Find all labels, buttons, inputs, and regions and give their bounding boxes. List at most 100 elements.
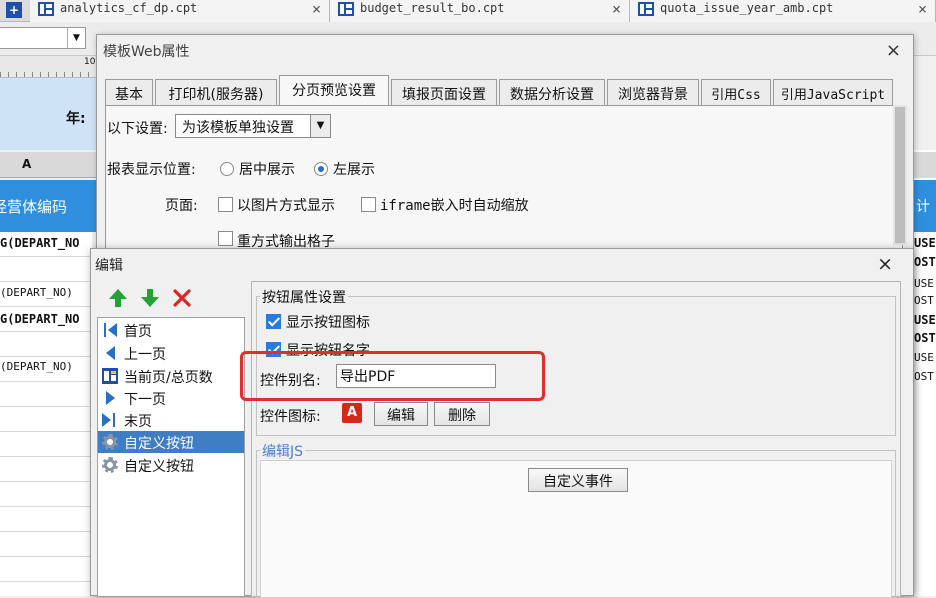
close-tab-icon[interactable]: × xyxy=(612,0,621,18)
next-page-icon xyxy=(102,390,118,406)
close-icon[interactable]: × xyxy=(877,253,893,275)
sheet-cell[interactable]: USE xyxy=(914,313,936,327)
previous-page-icon xyxy=(102,345,118,361)
button-label: 编辑 xyxy=(387,408,415,424)
close-tab-icon[interactable]: × xyxy=(312,0,321,18)
file-tab-label: quota_issue_year_amb.cpt xyxy=(660,1,834,15)
last-page-icon xyxy=(102,412,118,428)
iframe-autoscale-label: iframe嵌入时自动缩放 xyxy=(380,198,529,214)
sheet-cell[interactable]: OST xyxy=(914,294,936,307)
sheet-cell[interactable]: (DEPART_NO) xyxy=(0,360,73,373)
font-size-combo[interactable]: ▼ xyxy=(0,27,86,49)
move-down-icon[interactable] xyxy=(139,287,161,309)
radio-center[interactable] xyxy=(220,162,234,176)
page-count-icon xyxy=(102,368,118,384)
properties-pane: 按钮属性设置 显示按钮图标 显示按钮名字 控件别名: 导出PDF 控件图标: A… xyxy=(251,281,901,598)
iframe-autoscale-checkbox[interactable] xyxy=(361,197,376,212)
report-file-icon xyxy=(38,2,54,16)
sheet-cell[interactable]: G(DEPART_NO xyxy=(0,312,79,326)
list-item-next-page[interactable]: 下一页 xyxy=(98,387,244,409)
tab-printer[interactable]: 打印机(服务器) xyxy=(155,79,277,105)
header-cell-text: 经营体编码 xyxy=(0,198,68,216)
column-header-label: A xyxy=(22,157,32,171)
list-item-label: 自定义按钮 xyxy=(124,459,194,475)
select-value: 为该模板单独设置 xyxy=(182,120,294,136)
list-item-page-count[interactable]: 当前页/总页数 xyxy=(98,365,244,387)
file-tab-budget[interactable]: budget_result_bo.cpt × xyxy=(330,0,630,22)
list-item-last-page[interactable]: 末页 xyxy=(98,409,244,431)
sheet-cell[interactable]: OST xyxy=(914,331,936,345)
year-label: 年: xyxy=(66,111,86,127)
button-list[interactable]: 首页 上一页 当前页/总页数 下一页 末页 自定义按钮 自定义按钮 xyxy=(97,317,245,597)
first-page-icon xyxy=(102,322,118,338)
edit-dialog: 编辑 × 首页 上一页 当前页/总页数 下一页 末页 自定义按钮 自定义按钮 按… xyxy=(90,248,914,598)
close-icon[interactable]: × xyxy=(886,40,901,61)
report-file-icon xyxy=(638,2,654,16)
ruler: 10 xyxy=(0,56,100,78)
header-cell-right[interactable]: 计 xyxy=(914,180,936,232)
output-grid-checkbox[interactable] xyxy=(218,231,233,246)
highlight-annotation xyxy=(240,351,545,401)
button-label: 删除 xyxy=(448,408,476,424)
sheet-cell[interactable]: USE xyxy=(914,277,936,290)
settings-label: 以下设置: xyxy=(107,121,168,137)
position-label: 报表显示位置: xyxy=(107,162,196,178)
show-icon-label: 显示按钮图标 xyxy=(286,315,370,331)
delete-icon-button[interactable]: 删除 xyxy=(434,402,490,426)
sheet-cell[interactable]: (DEPART_NO) xyxy=(0,286,73,299)
edit-icon-button[interactable]: 编辑 xyxy=(374,402,428,426)
tab-javascript[interactable]: 引用JavaScript xyxy=(773,79,893,105)
close-tab-icon[interactable]: × xyxy=(918,0,927,18)
add-file-icon[interactable]: + xyxy=(6,2,22,18)
image-display-label: 以图片方式显示 xyxy=(237,198,335,214)
sheet-cell[interactable]: USE xyxy=(914,351,936,364)
report-file-icon xyxy=(338,2,354,16)
list-item-label: 首页 xyxy=(124,324,152,340)
button-properties-legend: 按钮属性设置 xyxy=(260,287,348,307)
sheet-cell[interactable]: USE xyxy=(914,236,936,250)
list-item-custom-button[interactable]: 自定义按钮 xyxy=(98,454,244,476)
chevron-down-icon[interactable]: ▼ xyxy=(310,115,330,137)
file-tab-bar: + analytics_cf_dp.cpt × budget_result_bo… xyxy=(0,0,936,22)
list-item-label: 下一页 xyxy=(124,392,166,408)
tab-basic[interactable]: 基本 xyxy=(105,79,153,105)
list-item-label: 末页 xyxy=(124,414,152,430)
sheet-cell[interactable]: G(DEPART_NO xyxy=(0,236,79,250)
pdf-icon: A xyxy=(342,403,362,423)
file-tab-analytics[interactable]: analytics_cf_dp.cpt × xyxy=(30,0,330,22)
radio-left[interactable] xyxy=(314,162,328,176)
sheet-cell[interactable]: OST xyxy=(914,370,936,383)
tab-css[interactable]: 引用Css xyxy=(701,79,771,105)
move-up-icon[interactable] xyxy=(107,287,129,309)
delete-icon[interactable] xyxy=(171,287,193,309)
sheet-cell[interactable]: OST xyxy=(914,255,936,269)
header-cell[interactable]: 经营体编码 xyxy=(0,180,100,232)
dialog-title: 模板Web属性 xyxy=(103,44,190,60)
column-header[interactable]: A xyxy=(0,152,100,178)
edit-js-legend: 编辑JS xyxy=(260,441,306,461)
list-item-custom-button-selected[interactable]: 自定义按钮 xyxy=(98,431,244,453)
radio-left-label: 左展示 xyxy=(333,162,375,178)
vertical-scrollbar[interactable] xyxy=(893,105,907,245)
column-header-right[interactable] xyxy=(914,152,936,178)
ruler-mark: 10 xyxy=(84,57,96,67)
scrollbar-thumb[interactable] xyxy=(895,107,905,243)
list-item-first-page[interactable]: 首页 xyxy=(98,319,244,341)
image-display-checkbox[interactable] xyxy=(218,197,233,212)
custom-event-button[interactable]: 自定义事件 xyxy=(528,468,628,492)
tab-data-analysis[interactable]: 数据分析设置 xyxy=(499,79,605,105)
file-tab-label: analytics_cf_dp.cpt xyxy=(60,1,198,15)
tab-fill-page[interactable]: 填报页面设置 xyxy=(391,79,497,105)
chevron-down-icon[interactable]: ▼ xyxy=(67,28,85,48)
page-label: 页面: xyxy=(165,198,198,214)
tab-browser-background[interactable]: 浏览器背景 xyxy=(607,79,699,105)
list-item-previous-page[interactable]: 上一页 xyxy=(98,342,244,364)
file-tab-quota[interactable]: quota_issue_year_amb.cpt × xyxy=(630,0,936,22)
settings-select[interactable]: 为该模板单独设置 ▼ xyxy=(175,114,331,138)
list-item-label: 自定义按钮 xyxy=(124,436,194,452)
gear-icon xyxy=(102,457,118,473)
tab-page-preview[interactable]: 分页预览设置 xyxy=(279,75,389,106)
show-icon-checkbox[interactable] xyxy=(266,314,281,329)
sheet-grid[interactable]: G(DEPART_NO (DEPART_NO) G(DEPART_NO (DEP… xyxy=(0,232,92,596)
file-tab-label: budget_result_bo.cpt xyxy=(360,1,505,15)
